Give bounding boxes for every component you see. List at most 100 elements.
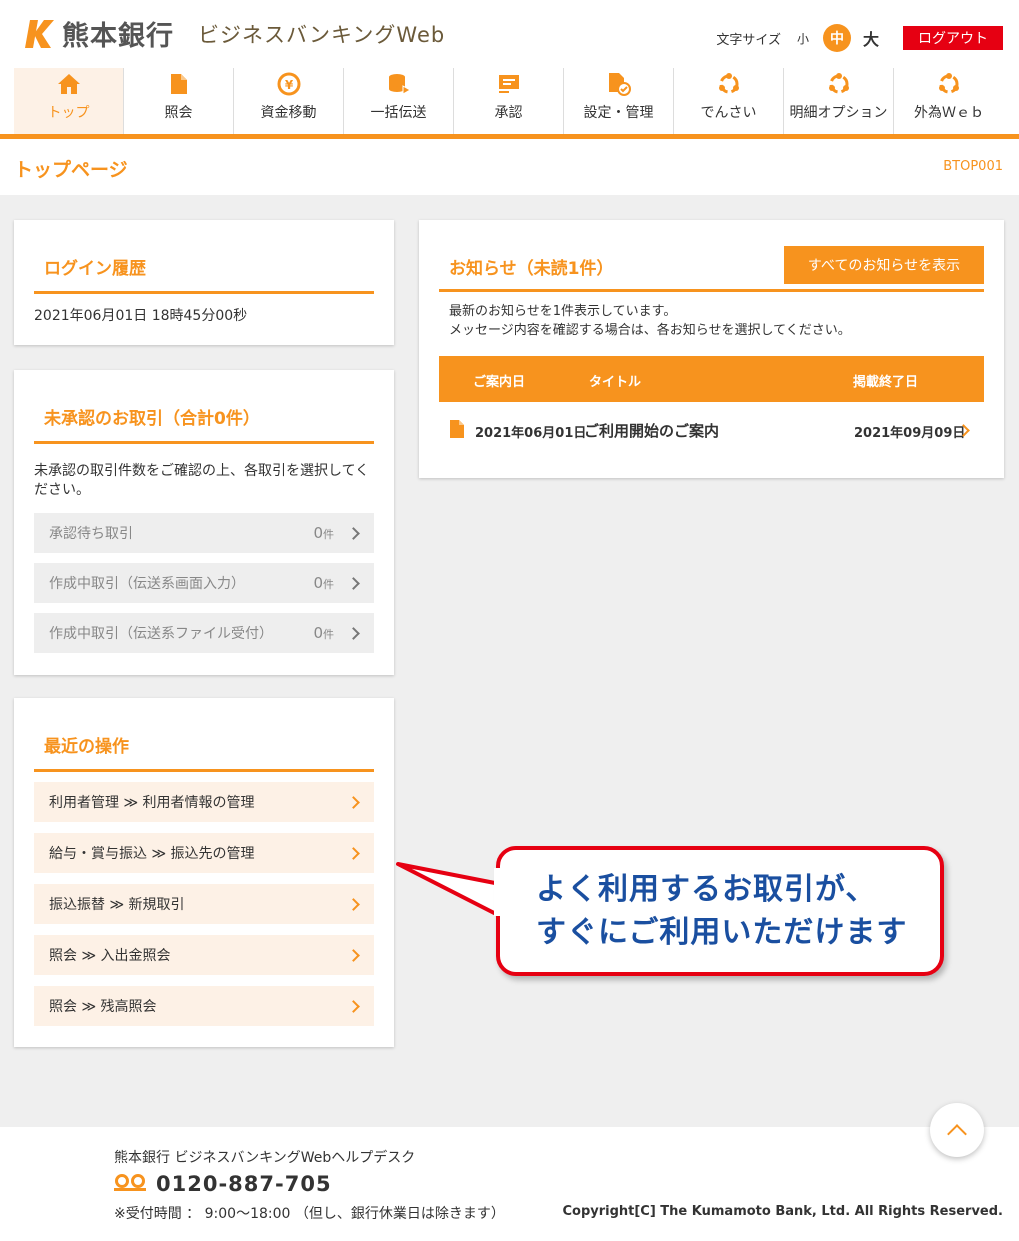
recent-row-label: 給与・賞与振込 ≫ 振込先の管理 (49, 846, 255, 862)
recent-title: 最近の操作 (34, 732, 374, 772)
font-size-label: 文字サイズ (716, 32, 781, 48)
callout-bubble: よく利用するお取引が、 すぐにご利用いただけます (496, 846, 944, 976)
recent-row[interactable]: 照会 ≫ 入出金照会 (34, 935, 374, 975)
nav-item-bulk[interactable]: 一括伝送 (344, 68, 454, 134)
bank-name: 熊本銀行 (62, 21, 174, 52)
helpdesk-phone[interactable]: 0120-887-705 (114, 1172, 332, 1196)
callout-line1: よく利用するお取引が、 (536, 872, 877, 907)
recent-row[interactable]: 給与・賞与振込 ≫ 振込先の管理 (34, 833, 374, 873)
nav-item-detail-option[interactable]: 明細オプション (784, 68, 894, 134)
phone-number: 0120-887-705 (156, 1172, 332, 1196)
settings-document-icon (607, 72, 631, 96)
nav-label: 明細オプション (789, 105, 888, 121)
column-header-date: ご案内日 (473, 375, 526, 390)
notice-row[interactable]: 2021年06月01日 ご利用開始のご案内 2021年09月09日 (439, 410, 984, 450)
network-circle-icon (937, 72, 961, 96)
notices-description-line1: 最新のお知らせを1件表示しています。 (449, 304, 677, 319)
chevron-right-icon (347, 897, 360, 911)
pending-row-count: 0件 (313, 624, 334, 642)
nav-item-transfer[interactable]: ¥ 資金移動 (234, 68, 344, 134)
logout-button[interactable]: ログアウト (903, 26, 1003, 50)
login-history-value: 2021年06月01日 18時45分00秒 (34, 308, 248, 324)
chevron-right-icon (347, 526, 360, 540)
notice-end-date: 2021年09月09日 (854, 426, 966, 441)
login-history-card: ログイン履歴 2021年06月01日 18時45分00秒 (14, 220, 394, 345)
service-name: ビジネスバンキングWeb (198, 22, 446, 47)
nav-label: 資金移動 (260, 105, 317, 121)
page-title-bar: トップページ BTOP001 (0, 139, 1019, 195)
nav-item-inquiry[interactable]: 照会 (124, 68, 234, 134)
pending-row-label: 作成中取引（伝送系ファイル受付） (49, 626, 273, 642)
nav-label: 外為Ｗｅｂ (914, 105, 984, 121)
recent-row-label: 利用者管理 ≫ 利用者情報の管理 (49, 795, 255, 811)
column-header-title: タイトル (589, 375, 642, 390)
notices-description: 最新のお知らせを1件表示しています。 メッセージ内容を確認する場合は、各お知らせ… (449, 302, 851, 340)
helpdesk-hours: ※受付時間 ： 9:00～18:00 （但し、銀行休業日は除きます） (114, 1206, 505, 1222)
pending-row-awaiting-approval[interactable]: 承認待ち取引 0件 (34, 513, 374, 553)
pending-row-draft-screen[interactable]: 作成中取引（伝送系画面入力） 0件 (34, 563, 374, 603)
chevron-right-icon (347, 626, 360, 640)
pending-description: 未承認の取引件数をご確認の上、各取引を選択してください。 (34, 463, 370, 498)
chevron-right-icon (347, 846, 360, 860)
nav-label: 照会 (164, 105, 193, 121)
show-all-notices-button[interactable]: すべてのお知らせを表示 (784, 246, 984, 284)
nav-item-settings[interactable]: 設定・管理 (564, 68, 674, 134)
nav-item-top[interactable]: トップ (14, 68, 124, 134)
callout-line2: すぐにご利用いただけます (536, 915, 908, 950)
callout-pointer-cover (494, 868, 504, 916)
yen-transfer-icon: ¥ (277, 72, 301, 96)
nav-label: トップ (47, 105, 90, 121)
recent-row[interactable]: 照会 ≫ 残高照会 (34, 986, 374, 1026)
scroll-to-top-button[interactable] (930, 1103, 984, 1157)
document-icon (449, 419, 465, 443)
home-icon (57, 72, 81, 96)
chevron-right-icon (347, 576, 360, 590)
header-controls: 文字サイズ 小 中 大 ログアウト (716, 24, 1003, 52)
nav-label: 承認 (494, 105, 523, 121)
helpdesk-name: 熊本銀行 ビジネスバンキングWebヘルプデスク (114, 1150, 416, 1166)
header: 熊本銀行 ビジネスバンキングWeb 文字サイズ 小 中 大 ログアウト (0, 0, 1019, 68)
network-circle-icon (717, 72, 741, 96)
page-code: BTOP001 (943, 159, 1003, 174)
font-size-large-button[interactable]: 大 (857, 24, 885, 52)
recent-row-label: 照会 ≫ 入出金照会 (49, 948, 171, 964)
document-icon (170, 72, 188, 96)
nav-item-forex-web[interactable]: 外為Ｗｅｂ (894, 68, 1004, 134)
page-title: トップページ (14, 159, 128, 181)
stamp-icon (498, 72, 520, 96)
notices-table-header: ご案内日 タイトル 掲載終了日 (439, 356, 984, 402)
svg-text:¥: ¥ (284, 78, 293, 92)
font-size-medium-button[interactable]: 中 (823, 24, 851, 52)
nav-item-approval[interactable]: 承認 (454, 68, 564, 134)
nav-label: でんさい (700, 105, 757, 121)
chevron-right-icon (347, 795, 360, 809)
login-history-title: ログイン履歴 (34, 254, 374, 294)
copyright: Copyright[C] The Kumamoto Bank, Ltd. All… (562, 1204, 1003, 1219)
pending-row-label: 承認待ち取引 (49, 526, 133, 542)
free-dial-icon (114, 1173, 148, 1195)
notice-date: 2021年06月01日 (475, 426, 587, 441)
font-size-small-button[interactable]: 小 (789, 24, 817, 52)
nav-item-densai[interactable]: でんさい (674, 68, 784, 134)
network-circle-icon (827, 72, 851, 96)
database-upload-icon (387, 72, 411, 96)
main-nav: トップ 照会 ¥ 資金移動 一括伝送 承認 設定・管理 でんさい 明細オプション… (14, 68, 1019, 136)
footer: 熊本銀行 ビジネスバンキングWebヘルプデスク 0120-887-705 ※受付… (0, 1127, 1019, 1241)
recent-row[interactable]: 振込振替 ≫ 新規取引 (34, 884, 374, 924)
pending-row-count: 0件 (313, 524, 334, 542)
recent-row[interactable]: 利用者管理 ≫ 利用者情報の管理 (34, 782, 374, 822)
pending-row-count: 0件 (313, 574, 334, 592)
nav-label: 設定・管理 (583, 105, 654, 121)
pending-title: 未承認のお取引（合計0件） (34, 404, 374, 444)
notices-card: お知らせ（未読1件） すべてのお知らせを表示 最新のお知らせを1件表示しています… (419, 220, 1004, 478)
chevron-right-icon (347, 999, 360, 1013)
notices-description-line2: メッセージ内容を確認する場合は、各お知らせを選択してください。 (449, 323, 851, 338)
chevron-right-icon (347, 948, 360, 962)
recent-operations-card: 最近の操作 利用者管理 ≫ 利用者情報の管理 給与・賞与振込 ≫ 振込先の管理 … (14, 698, 394, 1047)
bank-logo[interactable]: 熊本銀行 ビジネスバンキングWeb (24, 14, 445, 53)
callout-pointer (392, 860, 504, 920)
pending-row-draft-file[interactable]: 作成中取引（伝送系ファイル受付） 0件 (34, 613, 374, 653)
pending-row-label: 作成中取引（伝送系画面入力） (49, 576, 245, 592)
recent-row-label: 振込振替 ≫ 新規取引 (49, 897, 185, 913)
chevron-up-icon (947, 1124, 967, 1144)
